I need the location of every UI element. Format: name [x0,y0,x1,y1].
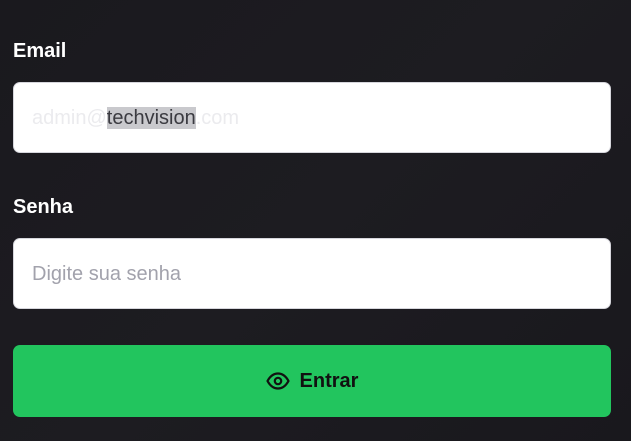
submit-button-label: Entrar [299,370,359,392]
password-placeholder: Digite sua senha [32,262,181,285]
email-value-prefix: admin@ [32,106,107,129]
password-field[interactable]: Digite sua senha [13,238,611,309]
email-field-value[interactable]: admin@techvision.com [32,106,239,130]
eye-icon [265,369,290,393]
password-label: Senha [13,196,74,218]
email-value-suffix: .com [195,106,240,129]
submit-button[interactable]: Entrar [13,345,611,417]
email-field[interactable]: admin@techvision.com [13,82,611,153]
email-label: Email [13,40,67,62]
email-value-selection: techvision [106,106,196,129]
